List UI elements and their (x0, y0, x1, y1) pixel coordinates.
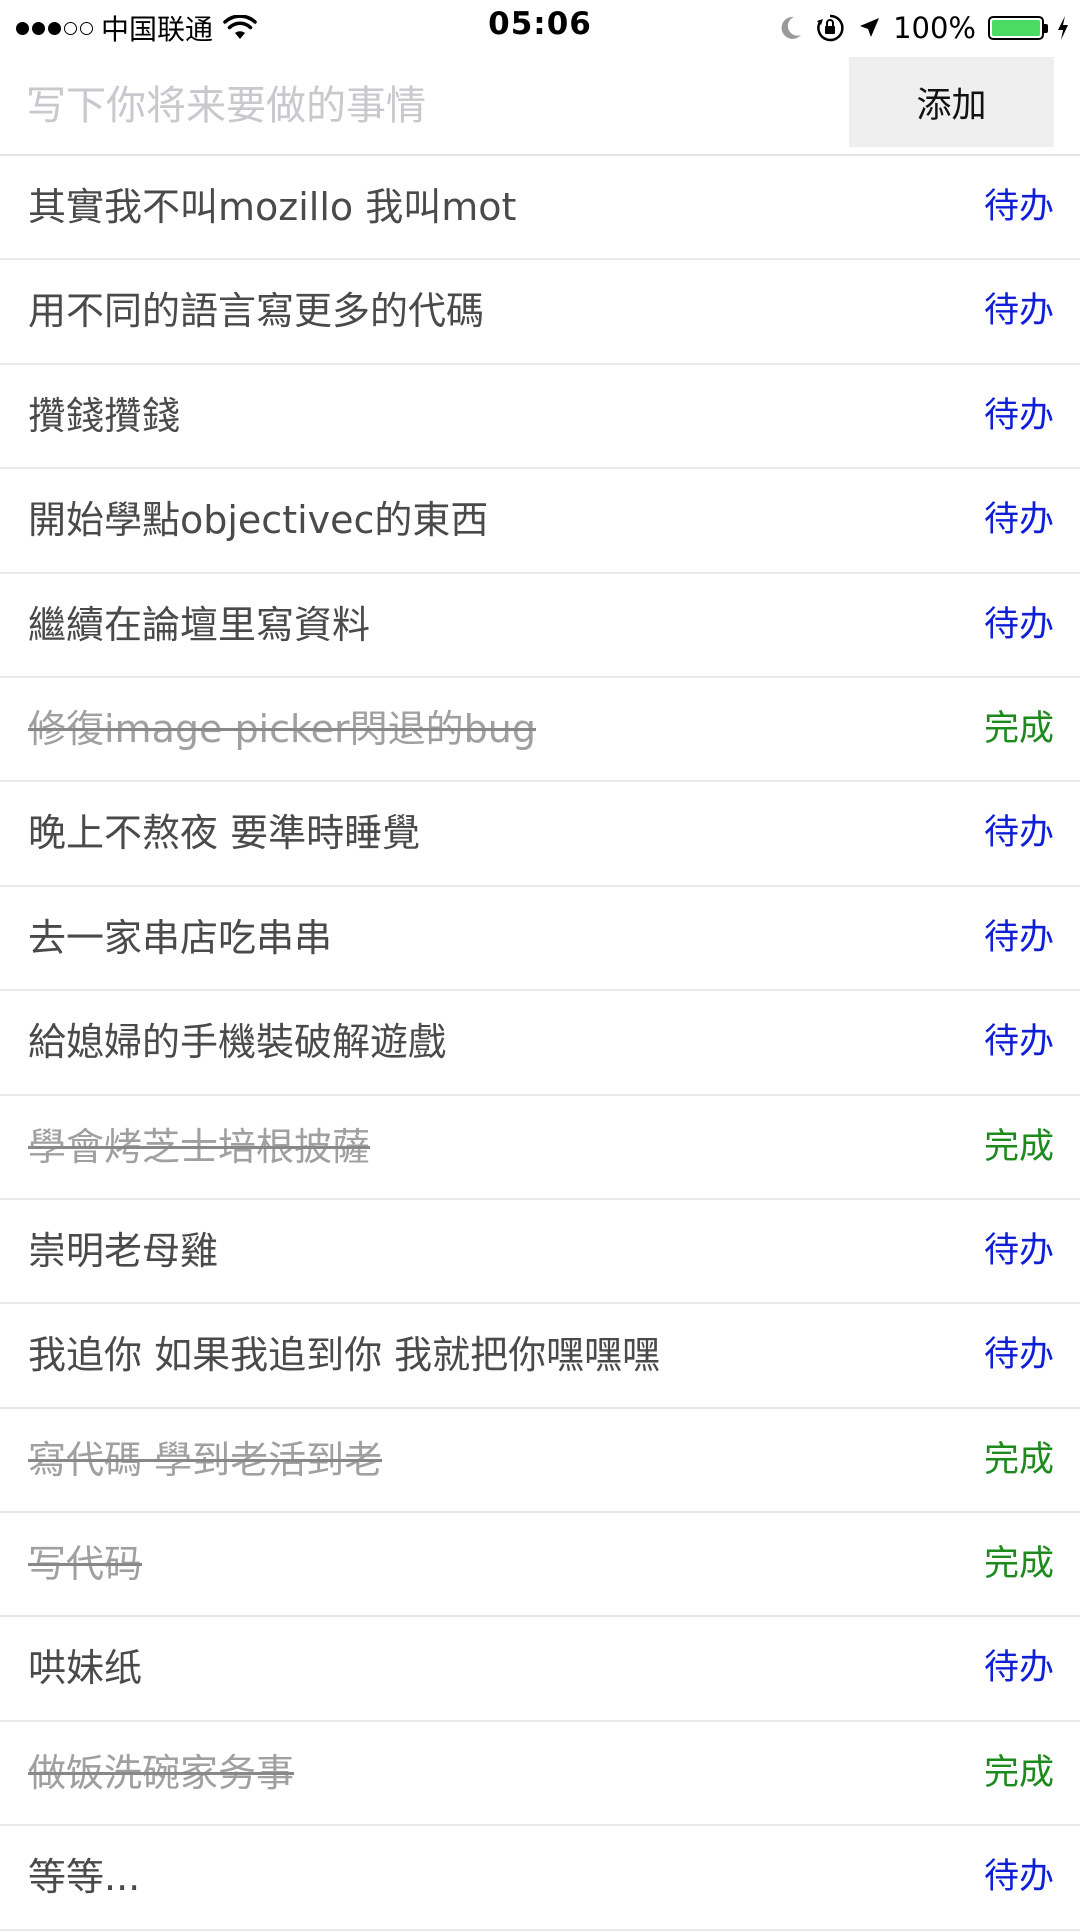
todo-text: 去一家串店吃串串 (28, 915, 333, 960)
battery-icon (988, 16, 1048, 40)
status-pending-toggle[interactable]: 待办 (984, 1200, 1054, 1302)
todo-text: 等等... (28, 1855, 141, 1900)
location-arrow-icon (857, 16, 881, 40)
status-pending-toggle[interactable]: 待办 (984, 991, 1054, 1093)
todo-text: 學會烤芝士培根披薩 (28, 1124, 371, 1169)
todo-text: 晚上不熬夜 要準時睡覺 (28, 811, 421, 856)
todo-text: 写代码 (28, 1542, 143, 1587)
todo-row[interactable]: 學會烤芝士培根披薩 完成 (0, 1096, 1080, 1200)
todo-row[interactable]: 開始學點objectivec的東西 待办 (0, 469, 1080, 574)
todo-row[interactable]: 我追你 如果我追到你 我就把你嘿嘿嘿 待办 (0, 1304, 1080, 1409)
todo-text: 崇明老母雞 (28, 1228, 219, 1273)
todo-row[interactable]: 寫代碼 學到老活到老 完成 (0, 1409, 1080, 1514)
status-right: 100% (779, 8, 1070, 48)
todo-row[interactable]: 給媳婦的手機裝破解遊戲 待办 (0, 991, 1080, 1096)
todo-text: 開始學點objectivec的東西 (28, 498, 489, 543)
todo-row[interactable]: 崇明老母雞 待办 (0, 1200, 1080, 1305)
battery-percent: 100% (893, 11, 976, 45)
status-pending-toggle[interactable]: 待办 (984, 782, 1054, 884)
todo-row[interactable]: 等等... 待办 (0, 1826, 1080, 1931)
todo-row[interactable]: 攢錢攢錢 待办 (0, 365, 1080, 470)
status-pending-toggle[interactable]: 待办 (984, 365, 1054, 467)
status-pending-toggle[interactable]: 待办 (984, 156, 1054, 258)
status-done-toggle[interactable]: 完成 (984, 1513, 1054, 1615)
todo-text: 做饭洗碗家务事 (28, 1750, 295, 1795)
add-todo-bar: 添加 (0, 56, 1080, 156)
status-done-toggle[interactable]: 完成 (984, 1096, 1054, 1198)
status-pending-toggle[interactable]: 待办 (984, 469, 1054, 571)
todo-text: 其實我不叫mozillo 我叫mot (28, 185, 517, 229)
todo-row[interactable]: 做饭洗碗家务事 完成 (0, 1722, 1080, 1827)
battery-fill (992, 20, 1040, 36)
todo-row[interactable]: 晚上不熬夜 要準時睡覺 待办 (0, 782, 1080, 887)
status-pending-toggle[interactable]: 待办 (984, 887, 1054, 989)
status-done-toggle[interactable]: 完成 (984, 1409, 1054, 1511)
moon-icon (779, 15, 803, 41)
status-pending-toggle[interactable]: 待办 (984, 1826, 1054, 1928)
todo-row[interactable]: 去一家串店吃串串 待办 (0, 887, 1080, 992)
add-button[interactable]: 添加 (849, 57, 1054, 147)
todo-list: 其實我不叫mozillo 我叫mot 待办 用不同的語言寫更多的代碼 待办 攢錢攢錢 待办… (0, 156, 1080, 1931)
todo-text: 用不同的語言寫更多的代碼 (28, 289, 485, 334)
todo-text: 哄妹纸 (28, 1646, 143, 1691)
todo-row[interactable]: 用不同的語言寫更多的代碼 待办 (0, 260, 1080, 365)
todo-text: 修復image picker閃退的bug (28, 706, 536, 751)
todo-row[interactable]: 其實我不叫mozillo 我叫mot 待办 (0, 156, 1080, 261)
todo-text: 攢錢攢錢 (28, 393, 181, 438)
todo-text: 寫代碼 學到老活到老 (28, 1437, 383, 1482)
todo-row[interactable]: 繼續在論壇里寫資料 待办 (0, 574, 1080, 678)
charging-bolt-icon (1056, 15, 1070, 41)
todo-row[interactable]: 修復image picker閃退的bug 完成 (0, 678, 1080, 783)
status-pending-toggle[interactable]: 待办 (984, 1617, 1054, 1719)
status-pending-toggle[interactable]: 待办 (984, 574, 1054, 676)
todo-text: 給媳婦的手機裝破解遊戲 (28, 1020, 447, 1065)
status-bar: 中国联通 05:06 100% (0, 0, 1080, 56)
status-done-toggle[interactable]: 完成 (984, 678, 1054, 780)
todo-row[interactable]: 哄妹纸 待办 (0, 1617, 1080, 1722)
battery-cap (1044, 24, 1048, 33)
todo-text: 繼續在論壇里寫資料 (28, 602, 371, 647)
status-pending-toggle[interactable]: 待办 (984, 1304, 1054, 1406)
todo-input[interactable] (26, 64, 826, 148)
status-pending-toggle[interactable]: 待办 (984, 260, 1054, 362)
todo-row[interactable]: 写代码 完成 (0, 1513, 1080, 1618)
status-done-toggle[interactable]: 完成 (984, 1722, 1054, 1824)
todo-text: 我追你 如果我追到你 我就把你嘿嘿嘿 (28, 1333, 661, 1378)
orientation-lock-icon (815, 13, 845, 43)
